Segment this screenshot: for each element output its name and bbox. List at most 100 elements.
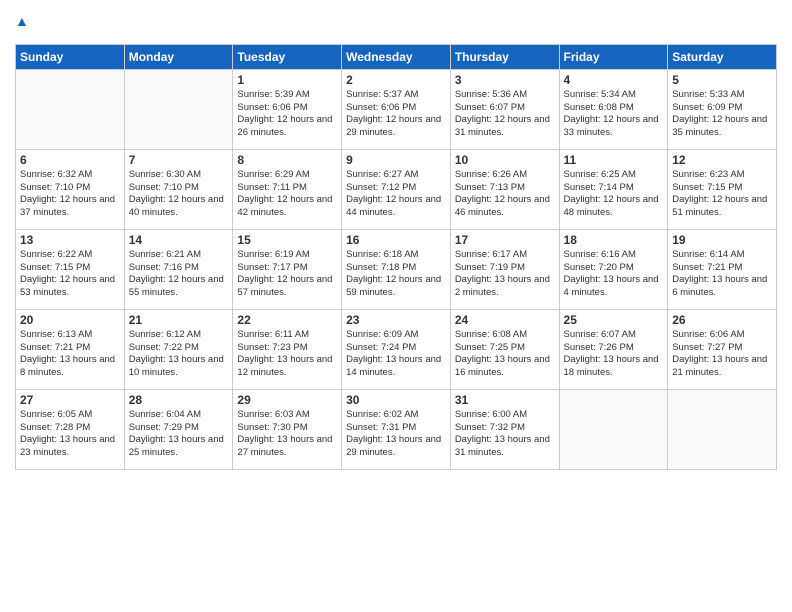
calendar-cell: 25 Sunrise: 6:07 AM Sunset: 7:26 PM Dayli…	[559, 309, 668, 389]
day-info: Sunrise: 6:07 AM Sunset: 7:26 PM Dayligh…	[564, 329, 664, 380]
day-number: 3	[455, 73, 555, 87]
day-number: 25	[564, 313, 664, 327]
day-number: 28	[129, 393, 229, 407]
header-day-thursday: Thursday	[450, 44, 559, 69]
day-info: Sunrise: 6:18 AM Sunset: 7:18 PM Dayligh…	[346, 249, 446, 300]
calendar-cell: 18 Sunrise: 6:16 AM Sunset: 7:20 PM Dayli…	[559, 229, 668, 309]
calendar-cell	[668, 389, 777, 469]
calendar-cell: 7 Sunrise: 6:30 AM Sunset: 7:10 PM Daylig…	[124, 149, 233, 229]
day-info: Sunrise: 6:09 AM Sunset: 7:24 PM Dayligh…	[346, 329, 446, 380]
header-day-wednesday: Wednesday	[342, 44, 451, 69]
week-row-5: 27Sunrise: 6:05 AM Sunset: 7:28 PM Dayli…	[16, 389, 777, 469]
calendar-cell: 31 Sunrise: 6:00 AM Sunset: 7:32 PM Dayli…	[450, 389, 559, 469]
day-number: 26	[672, 313, 772, 327]
header-day-monday: Monday	[124, 44, 233, 69]
day-number: 27	[20, 393, 120, 407]
calendar-cell: 20 Sunrise: 6:13 AM Sunset: 7:21 PM Dayli…	[16, 309, 125, 389]
day-info: Sunrise: 6:30 AM Sunset: 7:10 PM Dayligh…	[129, 169, 229, 220]
day-number: 1	[237, 73, 337, 87]
logo: ▲	[15, 14, 29, 38]
calendar-cell: 22 Sunrise: 6:11 AM Sunset: 7:23 PM Dayli…	[233, 309, 342, 389]
calendar-cell: 17 Sunrise: 6:17 AM Sunset: 7:19 PM Dayli…	[450, 229, 559, 309]
day-number: 4	[564, 73, 664, 87]
day-info: Sunrise: 6:13 AM Sunset: 7:21 PM Dayligh…	[20, 329, 120, 380]
day-number: 2	[346, 73, 446, 87]
week-row-1: 1 Sunrise: 5:39 AM Sunset: 6:06 PM Daylig…	[16, 69, 777, 149]
week-row-2: 6 Sunrise: 6:32 AM Sunset: 7:10 PM Daylig…	[16, 149, 777, 229]
calendar-cell: 13 Sunrise: 6:22 AM Sunset: 7:15 PM Dayli…	[16, 229, 125, 309]
calendar-cell	[16, 69, 125, 149]
day-number: 11	[564, 153, 664, 167]
day-info: Sunrise: 6:23 AM Sunset: 7:15 PM Dayligh…	[672, 169, 772, 220]
day-info: Sunrise: 5:39 AM Sunset: 6:06 PM Dayligh…	[237, 89, 337, 140]
day-info: Sunrise: 6:32 AM Sunset: 7:10 PM Dayligh…	[20, 169, 120, 220]
calendar-cell: 11 Sunrise: 6:25 AM Sunset: 7:14 PM Dayli…	[559, 149, 668, 229]
calendar-cell: 30Sunrise: 6:02 AM Sunset: 7:31 PM Dayli…	[342, 389, 451, 469]
day-info: Sunrise: 5:37 AM Sunset: 6:06 PM Dayligh…	[346, 89, 446, 140]
day-info: Sunrise: 6:12 AM Sunset: 7:22 PM Dayligh…	[129, 329, 229, 380]
header-day-sunday: Sunday	[16, 44, 125, 69]
day-info: Sunrise: 6:26 AM Sunset: 7:13 PM Dayligh…	[455, 169, 555, 220]
day-info: Sunrise: 6:11 AM Sunset: 7:23 PM Dayligh…	[237, 329, 337, 380]
day-info: Sunrise: 5:33 AM Sunset: 6:09 PM Dayligh…	[672, 89, 772, 140]
calendar-cell: 29Sunrise: 6:03 AM Sunset: 7:30 PM Dayli…	[233, 389, 342, 469]
day-number: 14	[129, 233, 229, 247]
calendar-table: SundayMondayTuesdayWednesdayThursdayFrid…	[15, 44, 777, 470]
day-info: Sunrise: 6:14 AM Sunset: 7:21 PM Dayligh…	[672, 249, 772, 300]
day-info: Sunrise: 6:27 AM Sunset: 7:12 PM Dayligh…	[346, 169, 446, 220]
week-row-3: 13 Sunrise: 6:22 AM Sunset: 7:15 PM Dayli…	[16, 229, 777, 309]
calendar-cell: 16 Sunrise: 6:18 AM Sunset: 7:18 PM Dayli…	[342, 229, 451, 309]
day-number: 6	[20, 153, 120, 167]
day-info: Sunrise: 6:17 AM Sunset: 7:19 PM Dayligh…	[455, 249, 555, 300]
calendar-cell: 15Sunrise: 6:19 AM Sunset: 7:17 PM Dayli…	[233, 229, 342, 309]
calendar-cell: 27Sunrise: 6:05 AM Sunset: 7:28 PM Dayli…	[16, 389, 125, 469]
day-info: Sunrise: 6:06 AM Sunset: 7:27 PM Dayligh…	[672, 329, 772, 380]
day-number: 7	[129, 153, 229, 167]
calendar-cell: 9Sunrise: 6:27 AM Sunset: 7:12 PM Daylig…	[342, 149, 451, 229]
calendar-cell: 10Sunrise: 6:26 AM Sunset: 7:13 PM Dayli…	[450, 149, 559, 229]
day-number: 16	[346, 233, 446, 247]
day-number: 21	[129, 313, 229, 327]
calendar-cell: 23 Sunrise: 6:09 AM Sunset: 7:24 PM Dayli…	[342, 309, 451, 389]
day-number: 18	[564, 233, 664, 247]
day-number: 31	[455, 393, 555, 407]
day-number: 13	[20, 233, 120, 247]
day-number: 23	[346, 313, 446, 327]
day-info: Sunrise: 6:16 AM Sunset: 7:20 PM Dayligh…	[564, 249, 664, 300]
day-number: 8	[237, 153, 337, 167]
calendar-cell	[124, 69, 233, 149]
day-info: Sunrise: 6:00 AM Sunset: 7:32 PM Dayligh…	[455, 409, 555, 460]
calendar-cell: 24 Sunrise: 6:08 AM Sunset: 7:25 PM Dayli…	[450, 309, 559, 389]
calendar-cell: 19 Sunrise: 6:14 AM Sunset: 7:21 PM Dayli…	[668, 229, 777, 309]
day-number: 22	[237, 313, 337, 327]
calendar-cell: 5 Sunrise: 5:33 AM Sunset: 6:09 PM Daylig…	[668, 69, 777, 149]
day-number: 17	[455, 233, 555, 247]
day-number: 20	[20, 313, 120, 327]
day-number: 5	[672, 73, 772, 87]
calendar-cell: 26 Sunrise: 6:06 AM Sunset: 7:27 PM Dayli…	[668, 309, 777, 389]
header-day-saturday: Saturday	[668, 44, 777, 69]
day-info: Sunrise: 6:21 AM Sunset: 7:16 PM Dayligh…	[129, 249, 229, 300]
calendar-cell: 3 Sunrise: 5:36 AM Sunset: 6:07 PM Daylig…	[450, 69, 559, 149]
day-info: Sunrise: 5:36 AM Sunset: 6:07 PM Dayligh…	[455, 89, 555, 140]
day-number: 15	[237, 233, 337, 247]
day-number: 24	[455, 313, 555, 327]
calendar-cell: 2 Sunrise: 5:37 AM Sunset: 6:06 PM Daylig…	[342, 69, 451, 149]
day-info: Sunrise: 6:25 AM Sunset: 7:14 PM Dayligh…	[564, 169, 664, 220]
day-number: 29	[237, 393, 337, 407]
header-day-tuesday: Tuesday	[233, 44, 342, 69]
logo-general: ▲	[15, 14, 29, 38]
day-info: Sunrise: 6:08 AM Sunset: 7:25 PM Dayligh…	[455, 329, 555, 380]
day-info: Sunrise: 6:22 AM Sunset: 7:15 PM Dayligh…	[20, 249, 120, 300]
calendar-cell: 6 Sunrise: 6:32 AM Sunset: 7:10 PM Daylig…	[16, 149, 125, 229]
day-info: Sunrise: 6:02 AM Sunset: 7:31 PM Dayligh…	[346, 409, 446, 460]
day-info: Sunrise: 6:29 AM Sunset: 7:11 PM Dayligh…	[237, 169, 337, 220]
calendar-cell: 8 Sunrise: 6:29 AM Sunset: 7:11 PM Daylig…	[233, 149, 342, 229]
day-info: Sunrise: 5:34 AM Sunset: 6:08 PM Dayligh…	[564, 89, 664, 140]
day-number: 19	[672, 233, 772, 247]
calendar-page: ▲ SundayMondayTuesdayWednesdayThursdayFr…	[0, 0, 792, 612]
header-row: SundayMondayTuesdayWednesdayThursdayFrid…	[16, 44, 777, 69]
calendar-cell: 28Sunrise: 6:04 AM Sunset: 7:29 PM Dayli…	[124, 389, 233, 469]
calendar-cell	[559, 389, 668, 469]
day-number: 12	[672, 153, 772, 167]
